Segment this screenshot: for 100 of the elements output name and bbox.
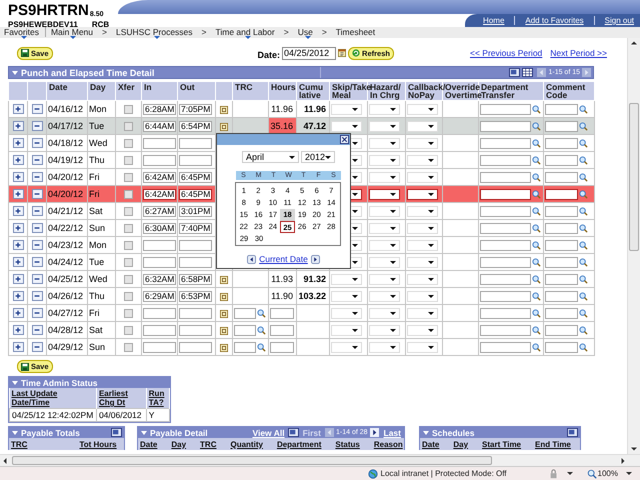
time-field[interactable] — [143, 240, 176, 251]
column-header-link[interactable]: Day — [453, 440, 468, 448]
department-field[interactable] — [480, 274, 531, 285]
column-header-link[interactable]: Reason — [374, 440, 403, 448]
delete-row-button[interactable] — [32, 206, 42, 216]
add-row-button[interactable] — [12, 104, 24, 114]
column-header-link[interactable]: Day — [171, 440, 186, 448]
column-header-link[interactable]: Start Time — [482, 440, 522, 448]
scroll-thumb[interactable] — [12, 456, 492, 465]
time-field[interactable] — [179, 138, 212, 149]
next-arrow-icon[interactable] — [310, 254, 320, 264]
search-icon[interactable] — [532, 308, 541, 318]
search-icon[interactable] — [532, 138, 541, 148]
time-field[interactable] — [143, 308, 176, 319]
delete-row-button[interactable] — [32, 121, 42, 132]
checkbox[interactable] — [124, 156, 133, 166]
search-icon[interactable] — [579, 224, 588, 233]
time-field[interactable]: 3:01PM — [179, 206, 212, 217]
column-header-link[interactable]: Department — [276, 440, 322, 448]
comment-field[interactable] — [545, 120, 578, 132]
comment-field[interactable] — [545, 342, 578, 353]
search-icon[interactable] — [579, 308, 588, 318]
search-icon[interactable] — [532, 342, 541, 352]
comment-field[interactable] — [545, 154, 578, 166]
time-field[interactable]: 6:27AM — [143, 206, 176, 217]
calendar-icon[interactable] — [338, 49, 346, 57]
time-field[interactable]: 6:30AM — [143, 222, 176, 234]
department-field[interactable] — [480, 308, 531, 319]
breadcrumb-item[interactable]: Favorites — [3, 27, 40, 37]
zoom-grid-icon[interactable] — [509, 68, 520, 77]
add-row-button[interactable] — [12, 291, 24, 302]
checkbox[interactable] — [124, 224, 133, 234]
time-field[interactable] — [179, 308, 212, 319]
add-row-button[interactable] — [12, 240, 24, 250]
time-field[interactable] — [179, 240, 212, 251]
search-icon[interactable] — [532, 292, 541, 301]
add-row-button[interactable] — [12, 121, 24, 132]
search-icon[interactable] — [532, 326, 541, 335]
delete-row-button[interactable] — [32, 138, 42, 148]
checkbox[interactable] — [124, 326, 133, 336]
department-field[interactable] — [480, 222, 531, 234]
checkbox[interactable] — [124, 275, 133, 284]
department-field[interactable] — [480, 104, 531, 115]
comment-field[interactable] — [545, 256, 578, 268]
search-icon[interactable] — [579, 258, 588, 267]
column-header-link[interactable]: Status — [335, 440, 360, 448]
vertical-scrollbar[interactable] — [627, 38, 640, 454]
checkbox[interactable] — [124, 241, 133, 250]
search-icon[interactable] — [579, 172, 588, 182]
trc-field[interactable] — [234, 324, 256, 336]
comment-field[interactable] — [545, 290, 578, 302]
search-icon[interactable] — [532, 240, 541, 250]
department-field[interactable] — [480, 324, 531, 336]
department-field[interactable] — [480, 172, 531, 183]
department-field[interactable] — [480, 240, 531, 251]
time-field[interactable]: 7:40PM — [179, 222, 212, 234]
breadcrumb-item[interactable]: Timesheet — [334, 27, 376, 37]
current-date-link[interactable]: Current Date — [259, 254, 308, 264]
checkbox[interactable] — [124, 139, 133, 148]
checkbox[interactable] — [124, 207, 133, 216]
search-icon[interactable] — [579, 274, 588, 284]
hours-field[interactable] — [270, 324, 294, 336]
checkbox[interactable] — [124, 173, 133, 182]
breadcrumb-item[interactable]: Use — [296, 27, 314, 37]
add-row-button[interactable] — [12, 138, 24, 148]
search-icon[interactable] — [579, 326, 588, 335]
checkbox[interactable] — [124, 258, 133, 268]
delete-row-button[interactable] — [32, 172, 42, 182]
checkbox[interactable] — [124, 292, 133, 302]
column-header-link[interactable]: Tot Hours — [79, 440, 117, 448]
delete-row-button[interactable] — [32, 291, 42, 302]
zoom-level[interactable]: 100% — [598, 469, 618, 478]
department-field[interactable] — [480, 154, 531, 166]
hours-field[interactable] — [270, 342, 294, 353]
time-field[interactable] — [179, 256, 212, 268]
search-icon[interactable] — [532, 258, 541, 267]
checkbox[interactable] — [124, 122, 133, 132]
search-icon[interactable] — [579, 138, 588, 148]
horizontal-scrollbar[interactable] — [0, 454, 640, 466]
breadcrumb-item[interactable]: Time and Labor — [214, 27, 276, 37]
search-icon[interactable] — [579, 104, 588, 114]
time-field[interactable]: 6:29AM — [143, 290, 176, 302]
time-field[interactable] — [143, 154, 176, 166]
comment-field[interactable] — [545, 206, 578, 217]
column-header-link[interactable]: End Time — [535, 440, 571, 448]
previous-period-link[interactable]: << Previous Period — [470, 48, 542, 58]
time-field[interactable]: 6:54PM — [179, 120, 212, 132]
search-icon[interactable] — [579, 122, 588, 131]
search-icon[interactable] — [532, 206, 541, 216]
header-link[interactable]: Sign out — [604, 16, 634, 25]
time-field[interactable]: 6:42AM — [143, 188, 176, 200]
time-field[interactable] — [179, 342, 212, 353]
delete-row-button[interactable] — [32, 155, 42, 166]
department-field[interactable] — [480, 138, 531, 149]
checkbox[interactable] — [124, 190, 133, 200]
search-icon[interactable] — [257, 308, 266, 318]
search-icon[interactable] — [532, 122, 541, 131]
time-field[interactable]: 6:42AM — [143, 172, 176, 183]
delete-row-button[interactable] — [32, 104, 42, 114]
search-icon[interactable] — [532, 104, 541, 114]
